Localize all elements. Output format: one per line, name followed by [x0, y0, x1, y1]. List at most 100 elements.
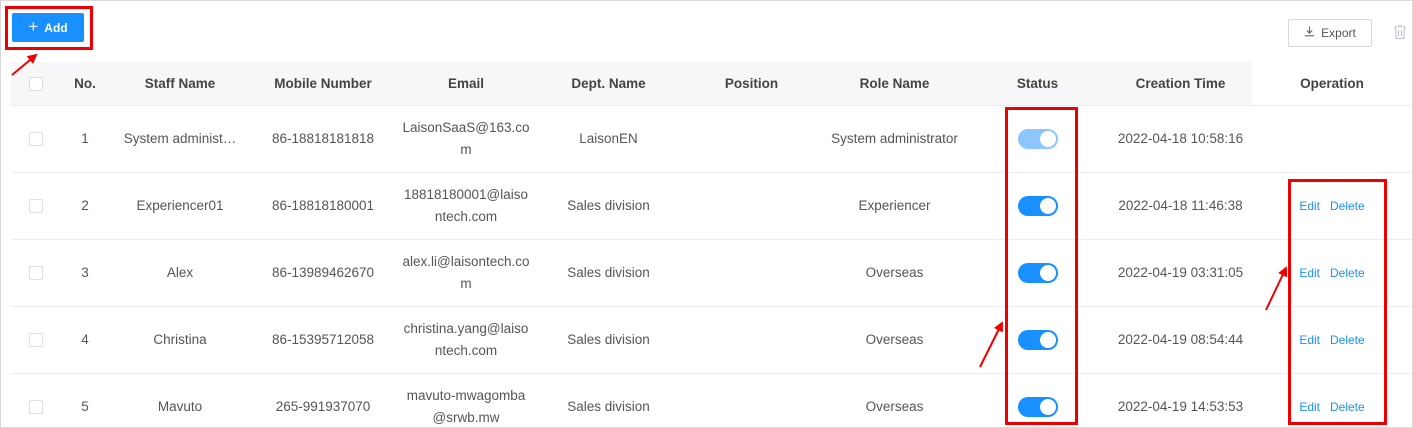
edit-link[interactable]: Edit [1299, 333, 1320, 347]
plus-icon: + [28, 17, 39, 36]
cell-dept-name: Sales division [537, 373, 680, 428]
status-toggle [1017, 128, 1058, 149]
row-checkbox[interactable] [29, 265, 43, 280]
cell-email: alex.li@laisontech.com [395, 239, 537, 307]
row-checkbox[interactable] [29, 198, 43, 213]
cell-creation-time: 2022-04-19 14:53:53 [1109, 373, 1252, 428]
cell-operation [1252, 105, 1412, 173]
cell-role-name: System administrator [823, 105, 966, 173]
cell-no: 4 [61, 306, 109, 374]
cell-no: 3 [61, 239, 109, 307]
cell-creation-time: 2022-04-19 08:54:44 [1109, 306, 1252, 374]
table-row: 1 System administ… 86-18818181818 LaisonSaa… [11, 105, 1412, 173]
toggle-knob [1039, 197, 1056, 214]
cell-no: 1 [61, 105, 109, 173]
edit-link[interactable]: Edit [1299, 266, 1320, 280]
status-toggle[interactable] [1017, 396, 1058, 417]
toggle-knob [1039, 264, 1056, 281]
cell-operation: Edit Delete [1252, 239, 1412, 307]
add-button[interactable]: + Add [12, 13, 84, 42]
cell-position [680, 306, 823, 374]
cell-email: mavuto-mwagomba@srwb.mw [395, 373, 537, 428]
column-header-creation-time: Creation Time [1109, 62, 1252, 106]
column-header-mobile-number: Mobile Number [251, 62, 395, 106]
cell-dept-name: Sales division [537, 239, 680, 307]
cell-mobile-number: 86-18818181818 [251, 105, 395, 173]
add-button-label: Add [44, 20, 68, 35]
column-header-staff-name: Staff Name [109, 62, 251, 106]
table-row: 4 Christina 86-15395712058 christina.yang@l… [11, 306, 1412, 374]
cell-dept-name: LaisonEN [537, 105, 680, 173]
column-header-email: Email [395, 62, 537, 106]
export-button-label: Export [1321, 26, 1356, 40]
delete-link[interactable]: Delete [1330, 199, 1365, 213]
cell-creation-time: 2022-04-18 10:58:16 [1109, 105, 1252, 173]
column-header-position: Position [680, 62, 823, 106]
status-toggle[interactable] [1017, 329, 1058, 350]
cell-position [680, 105, 823, 173]
cell-staff-name: Christina [109, 306, 251, 374]
table-row: 2 Experiencer01 86-18818180001 18818180001@… [11, 172, 1412, 240]
cell-status [966, 172, 1109, 240]
cell-operation: Edit Delete [1252, 373, 1412, 428]
cell-no: 2 [61, 172, 109, 240]
cell-status [966, 105, 1109, 173]
cell-dept-name: Sales division [537, 172, 680, 240]
cell-staff-name: Mavuto [109, 373, 251, 428]
cell-role-name: Experiencer [823, 172, 966, 240]
column-header-status: Status [966, 62, 1109, 106]
delete-link[interactable]: Delete [1330, 266, 1365, 280]
cell-mobile-number: 86-13989462670 [251, 239, 395, 307]
edit-link[interactable]: Edit [1299, 400, 1320, 414]
cell-email: 18818180001@laisontech.com [395, 172, 537, 240]
export-button[interactable]: Export [1288, 19, 1372, 47]
row-checkbox[interactable] [29, 399, 43, 414]
cell-mobile-number: 86-18818180001 [251, 172, 395, 240]
cell-email: LaisonSaaS@163.com [395, 105, 537, 173]
cell-email: christina.yang@laisontech.com [395, 306, 537, 374]
download-icon [1304, 26, 1315, 40]
cell-status [966, 306, 1109, 374]
cell-role-name: Overseas [823, 306, 966, 374]
edit-link[interactable]: Edit [1299, 199, 1320, 213]
cell-role-name: Overseas [823, 239, 966, 307]
row-select-cell [11, 105, 61, 173]
cell-status [966, 373, 1109, 428]
select-all-checkbox[interactable] [29, 76, 43, 91]
cell-staff-name: Experiencer01 [109, 172, 251, 240]
cell-staff-name: Alex [109, 239, 251, 307]
cell-position [680, 172, 823, 240]
cell-role-name: Overseas [823, 373, 966, 428]
cell-creation-time: 2022-04-18 11:46:38 [1109, 172, 1252, 240]
row-select-cell [11, 306, 61, 374]
delete-link[interactable]: Delete [1330, 400, 1365, 414]
select-all-cell [11, 62, 61, 106]
toggle-knob [1039, 331, 1056, 348]
cell-creation-time: 2022-04-19 03:31:05 [1109, 239, 1252, 307]
column-header-dept-name: Dept. Name [537, 62, 680, 106]
row-checkbox[interactable] [29, 332, 43, 347]
cell-position [680, 373, 823, 428]
table-row: 3 Alex 86-13989462670 alex.li@laisontech.co… [11, 239, 1412, 307]
column-header-operation: Operation [1252, 62, 1412, 106]
row-select-cell [11, 172, 61, 240]
trash-icon[interactable] [1393, 24, 1407, 40]
cell-dept-name: Sales division [537, 306, 680, 374]
delete-link[interactable]: Delete [1330, 333, 1365, 347]
cell-staff-name: System administ… [109, 105, 251, 173]
cell-no: 5 [61, 373, 109, 428]
cell-position [680, 239, 823, 307]
cell-mobile-number: 86-15395712058 [251, 306, 395, 374]
cell-status [966, 239, 1109, 307]
cell-operation: Edit Delete [1252, 306, 1412, 374]
column-header-no: No. [61, 62, 109, 106]
status-toggle[interactable] [1017, 262, 1058, 283]
toggle-knob [1039, 130, 1056, 147]
row-select-cell [11, 373, 61, 428]
table-row: 5 Mavuto 265-991937070 mavuto-mwagomba@srwb… [11, 373, 1412, 428]
cell-operation: Edit Delete [1252, 172, 1412, 240]
row-checkbox[interactable] [29, 131, 43, 146]
table-header: No. Staff Name Mobile Number Email Dept.… [11, 62, 1412, 106]
status-toggle[interactable] [1017, 195, 1058, 216]
row-select-cell [11, 239, 61, 307]
